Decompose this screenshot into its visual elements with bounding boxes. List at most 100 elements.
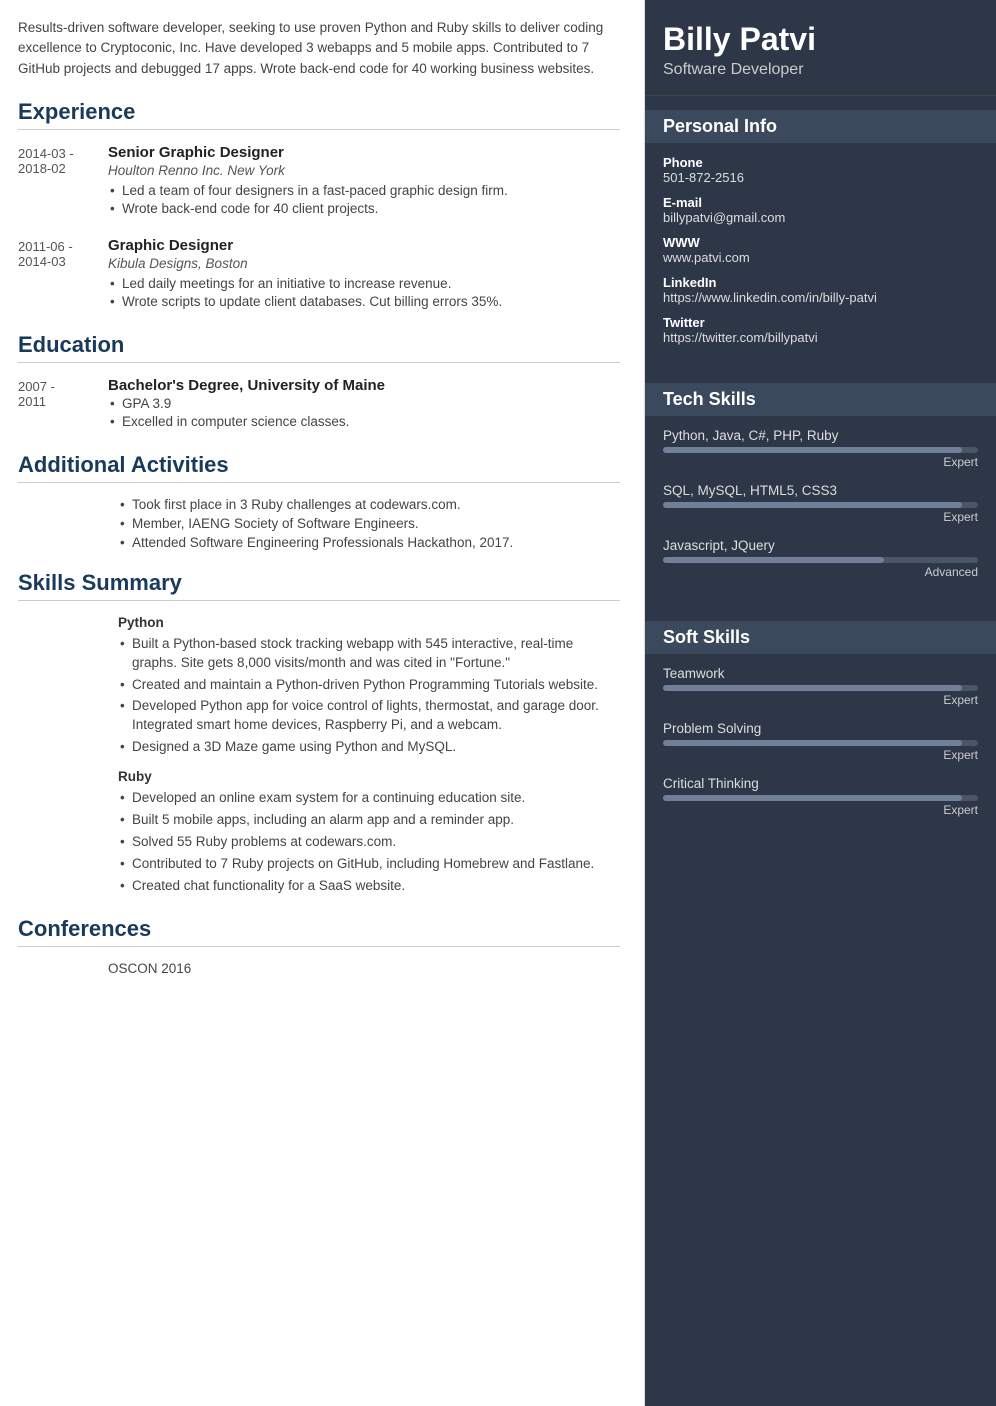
- linkedin-label: LinkedIn: [663, 275, 978, 290]
- skill-teamwork: Teamwork Expert: [663, 666, 978, 707]
- degree-title: Bachelor's Degree, University of Maine: [108, 377, 620, 394]
- entry-content: Senior Graphic Designer Houlton Renno In…: [108, 144, 620, 219]
- entry-content: Graphic Designer Kibula Designs, Boston …: [108, 237, 620, 312]
- skill-bar-fill: [663, 685, 962, 691]
- additional-title: Additional Activities: [18, 452, 620, 483]
- job-title: Graphic Designer: [108, 237, 620, 254]
- right-header: Billy Patvi Software Developer: [645, 0, 996, 96]
- list-item: Created and maintain a Python-driven Pyt…: [118, 676, 620, 695]
- skill-bar-fill: [663, 502, 962, 508]
- python-bullets: Built a Python-based stock tracking weba…: [118, 635, 620, 757]
- activities-bullets: Took first place in 3 Ruby challenges at…: [18, 497, 620, 550]
- entry-date: 2007 -2011: [18, 377, 108, 432]
- list-item: Took first place in 3 Ruby challenges at…: [118, 497, 620, 512]
- ruby-skills: Ruby Developed an online exam system for…: [18, 769, 620, 895]
- list-item: Wrote scripts to update client databases…: [108, 294, 620, 309]
- table-row: 2011-06 -2014-03 Graphic Designer Kibula…: [18, 237, 620, 312]
- skill-bar-container: [663, 740, 978, 746]
- conferences-section: Conferences OSCON 2016: [18, 916, 620, 976]
- linkedin-value: https://www.linkedin.com/in/billy-patvi: [663, 290, 978, 305]
- list-item: Built a Python-based stock tracking weba…: [118, 635, 620, 673]
- skill-level: Expert: [663, 455, 978, 469]
- www-block: WWW www.patvi.com: [663, 235, 978, 265]
- list-item: Solved 55 Ruby problems at codewars.com.: [118, 833, 620, 852]
- entry-date: 2014-03 -2018-02: [18, 144, 108, 219]
- skill-level: Expert: [663, 748, 978, 762]
- email-label: E-mail: [663, 195, 978, 210]
- twitter-value: https://twitter.com/billypatvi: [663, 330, 978, 345]
- list-item: Excelled in computer science classes.: [108, 414, 620, 429]
- table-row: 2007 -2011 Bachelor's Degree, University…: [18, 377, 620, 432]
- skill-level: Expert: [663, 693, 978, 707]
- education-section: Education 2007 -2011 Bachelor's Degree, …: [18, 332, 620, 432]
- email-block: E-mail billypatvi@gmail.com: [663, 195, 978, 225]
- list-item: Built 5 mobile apps, including an alarm …: [118, 811, 620, 830]
- conferences-title: Conferences: [18, 916, 620, 947]
- additional-section: Additional Activities Took first place i…: [18, 452, 620, 550]
- list-item: Led a team of four designers in a fast-p…: [108, 183, 620, 198]
- twitter-label: Twitter: [663, 315, 978, 330]
- candidate-name: Billy Patvi: [663, 22, 978, 57]
- python-label: Python: [118, 615, 620, 630]
- table-row: 2014-03 -2018-02 Senior Graphic Designer…: [18, 144, 620, 219]
- list-item: GPA 3.9: [108, 396, 620, 411]
- twitter-block: Twitter https://twitter.com/billypatvi: [663, 315, 978, 345]
- list-item: Contributed to 7 Ruby projects on GitHub…: [118, 855, 620, 874]
- skill-name: Problem Solving: [663, 721, 978, 736]
- tech-skills-section: Tech Skills Python, Java, C#, PHP, Ruby …: [645, 369, 996, 607]
- left-column: Results-driven software developer, seeki…: [0, 0, 645, 1406]
- conference-name: OSCON 2016: [108, 961, 191, 976]
- education-title: Education: [18, 332, 620, 363]
- ruby-label: Ruby: [118, 769, 620, 784]
- skill-bar-container: [663, 447, 978, 453]
- email-value: billypatvi@gmail.com: [663, 210, 978, 225]
- python-skills: Python Built a Python-based stock tracki…: [18, 615, 620, 757]
- soft-skills-section: Soft Skills Teamwork Expert Problem Solv…: [645, 607, 996, 845]
- list-item: Member, IAENG Society of Software Engine…: [118, 516, 620, 531]
- phone-value: 501-872-2516: [663, 170, 978, 185]
- linkedin-block: LinkedIn https://www.linkedin.com/in/bil…: [663, 275, 978, 305]
- list-item: Created chat functionality for a SaaS we…: [118, 877, 620, 896]
- job-subtitle: Houlton Renno Inc. New York: [108, 163, 620, 178]
- skill-level: Expert: [663, 510, 978, 524]
- skill-problem-solving: Problem Solving Expert: [663, 721, 978, 762]
- skill-level: Advanced: [663, 565, 978, 579]
- skill-name: SQL, MySQL, HTML5, CSS3: [663, 483, 978, 498]
- candidate-title: Software Developer: [663, 61, 978, 79]
- summary-text: Results-driven software developer, seeki…: [18, 18, 620, 79]
- experience-section: Experience 2014-03 -2018-02 Senior Graph…: [18, 99, 620, 312]
- skill-bar-fill: [663, 557, 884, 563]
- entry-date: 2011-06 -2014-03: [18, 237, 108, 312]
- www-value: www.patvi.com: [663, 250, 978, 265]
- personal-info-section: Personal Info Phone 501-872-2516 E-mail …: [645, 96, 996, 369]
- skill-name: Critical Thinking: [663, 776, 978, 791]
- entry-content: Bachelor's Degree, University of Maine G…: [108, 377, 620, 432]
- www-label: WWW: [663, 235, 978, 250]
- skill-bar-container: [663, 685, 978, 691]
- list-item: Led daily meetings for an initiative to …: [108, 276, 620, 291]
- skill-bar-container: [663, 557, 978, 563]
- skill-bar-container: [663, 502, 978, 508]
- list-item: Developed Python app for voice control o…: [118, 697, 620, 735]
- skill-bar-fill: [663, 447, 962, 453]
- list-item: Attended Software Engineering Profession…: [118, 535, 620, 550]
- job-title: Senior Graphic Designer: [108, 144, 620, 161]
- skill-bar-fill: [663, 740, 962, 746]
- personal-info-title: Personal Info: [645, 110, 996, 143]
- right-column: Billy Patvi Software Developer Personal …: [645, 0, 996, 1406]
- ruby-bullets: Developed an online exam system for a co…: [118, 789, 620, 895]
- table-row: OSCON 2016: [18, 961, 620, 976]
- soft-skills-title: Soft Skills: [645, 621, 996, 654]
- skill-sql: SQL, MySQL, HTML5, CSS3 Expert: [663, 483, 978, 524]
- experience-title: Experience: [18, 99, 620, 130]
- phone-label: Phone: [663, 155, 978, 170]
- skill-level: Expert: [663, 803, 978, 817]
- list-item: Designed a 3D Maze game using Python and…: [118, 738, 620, 757]
- skill-bar-fill: [663, 795, 962, 801]
- skill-name: Javascript, JQuery: [663, 538, 978, 553]
- list-item: Developed an online exam system for a co…: [118, 789, 620, 808]
- skill-critical-thinking: Critical Thinking Expert: [663, 776, 978, 817]
- skill-name: Teamwork: [663, 666, 978, 681]
- job-subtitle: Kibula Designs, Boston: [108, 256, 620, 271]
- skills-summary-section: Skills Summary Python Built a Python-bas…: [18, 570, 620, 896]
